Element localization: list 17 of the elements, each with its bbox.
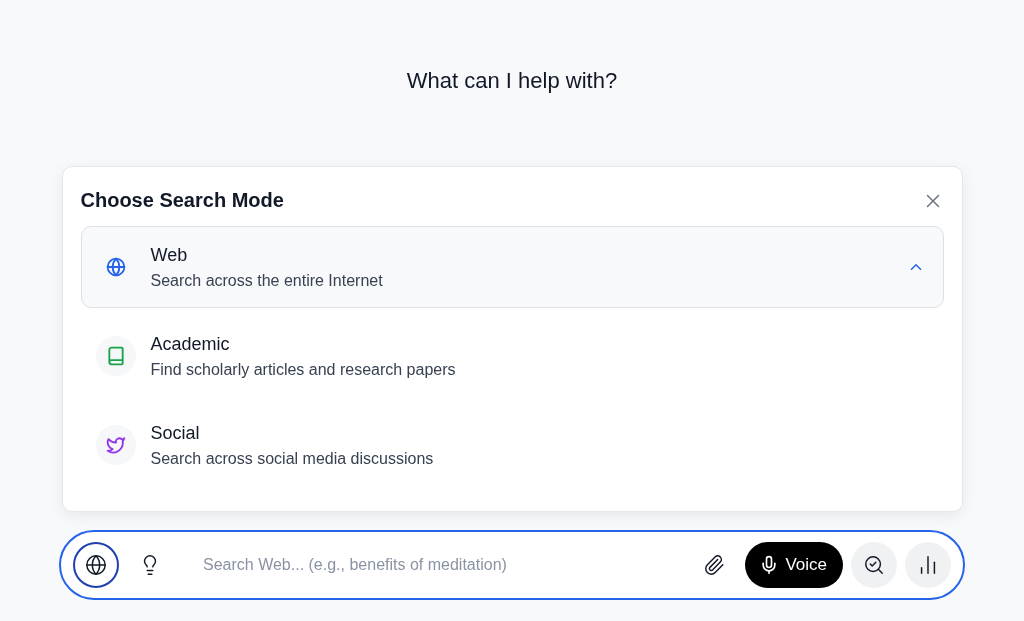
chart-button[interactable] (905, 542, 951, 588)
mode-description: Find scholarly articles and research papers (150, 360, 457, 379)
mode-label: Social (150, 422, 201, 444)
search-check-button[interactable] (851, 542, 897, 588)
globe-icon (85, 554, 107, 576)
mode-description: Search across the entire Internet (150, 271, 384, 290)
panel-title: Choose Search Mode (80, 189, 284, 212)
search-check-icon (863, 554, 885, 576)
search-mode-option[interactable]: Web Search across the entire Internet (80, 226, 944, 308)
page-heading: What can I help with? (406, 68, 618, 94)
mode-description: Search across social media discussions (150, 449, 435, 468)
mode-label: Web (150, 244, 189, 266)
voice-button[interactable]: Voice (745, 542, 843, 588)
globe-button[interactable] (73, 542, 119, 588)
search-input[interactable]: Search Web... (e.g., benefits of meditation) (201, 555, 684, 575)
paperclip-icon (703, 554, 726, 576)
mode-label: Academic (150, 333, 231, 355)
